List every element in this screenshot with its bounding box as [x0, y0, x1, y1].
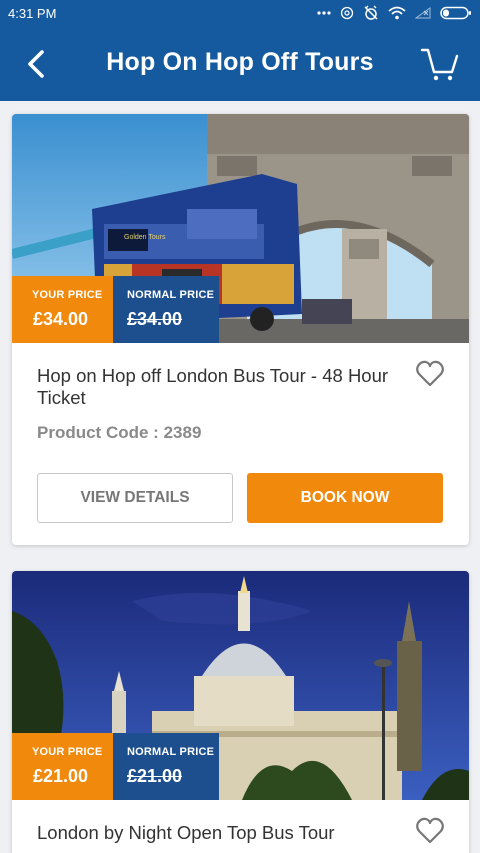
- your-price-label: YOUR PRICE: [32, 746, 103, 758]
- status-icons: [317, 5, 472, 21]
- data-saver-icon: [340, 6, 354, 20]
- product-title[interactable]: London by Night Open Top Bus Tour: [37, 822, 402, 844]
- app-header: 4:31 PM Hop On Hop Off Tours: [0, 0, 480, 101]
- view-details-button[interactable]: VIEW DETAILS: [37, 473, 233, 523]
- product-card: Golden Tours YOUR PRICE £34.00 NORMAL PR…: [12, 114, 469, 545]
- card-actions: VIEW DETAILS BOOK NOW: [37, 473, 443, 523]
- book-now-button[interactable]: BOOK NOW: [247, 473, 443, 523]
- product-image[interactable]: Golden Tours YOUR PRICE £34.00 NORMAL PR…: [12, 114, 469, 343]
- product-code-label: Product Code :: [37, 423, 159, 442]
- status-time: 4:31 PM: [8, 5, 57, 21]
- chevron-left-icon: [28, 50, 44, 78]
- product-image[interactable]: YOUR PRICE £21.00 NORMAL PRICE £21.00: [12, 571, 469, 800]
- product-title[interactable]: Hop on Hop off London Bus Tour - 48 Hour…: [37, 365, 402, 409]
- product-card: YOUR PRICE £21.00 NORMAL PRICE £21.00 Lo…: [12, 571, 469, 853]
- heart-icon: [416, 360, 444, 387]
- cart-button[interactable]: [420, 44, 460, 84]
- your-price-value: £34.00: [33, 309, 89, 329]
- normal-price-value: £34.00: [127, 309, 183, 329]
- page-title: Hop On Hop Off Tours: [106, 48, 374, 76]
- app-bar: Hop On Hop Off Tours: [0, 26, 480, 101]
- product-code-value: 2389: [163, 423, 202, 442]
- normal-price-box: NORMAL PRICE £21.00: [113, 733, 219, 800]
- favorite-button[interactable]: [415, 816, 445, 846]
- normal-price-value: £21.00: [127, 766, 183, 786]
- your-price-value: £21.00: [33, 766, 89, 786]
- cart-icon: [420, 48, 459, 81]
- product-code: Product Code : 2389: [37, 423, 444, 443]
- heart-icon: [416, 817, 444, 844]
- battery-icon: [440, 6, 471, 20]
- alarm-off-icon: [364, 5, 378, 20]
- signal-icon: [415, 7, 431, 19]
- back-button[interactable]: [20, 46, 52, 82]
- card-body: Hop on Hop off London Bus Tour - 48 Hour…: [12, 343, 469, 443]
- your-price-label: YOUR PRICE: [32, 289, 103, 301]
- normal-price-label: NORMAL PRICE: [127, 289, 215, 301]
- card-body: London by Night Open Top Bus Tour: [12, 800, 469, 844]
- more-dots-icon: [317, 11, 331, 15]
- your-price-box: YOUR PRICE £34.00: [12, 276, 113, 343]
- normal-price-label: NORMAL PRICE: [127, 746, 215, 758]
- your-price-box: YOUR PRICE £21.00: [12, 733, 113, 800]
- status-bar: 4:31 PM: [0, 0, 480, 26]
- normal-price-box: NORMAL PRICE £34.00: [113, 276, 219, 343]
- bus-sign-text: Golden Tours: [124, 234, 166, 241]
- wifi-icon: [388, 6, 406, 20]
- favorite-button[interactable]: [415, 359, 445, 389]
